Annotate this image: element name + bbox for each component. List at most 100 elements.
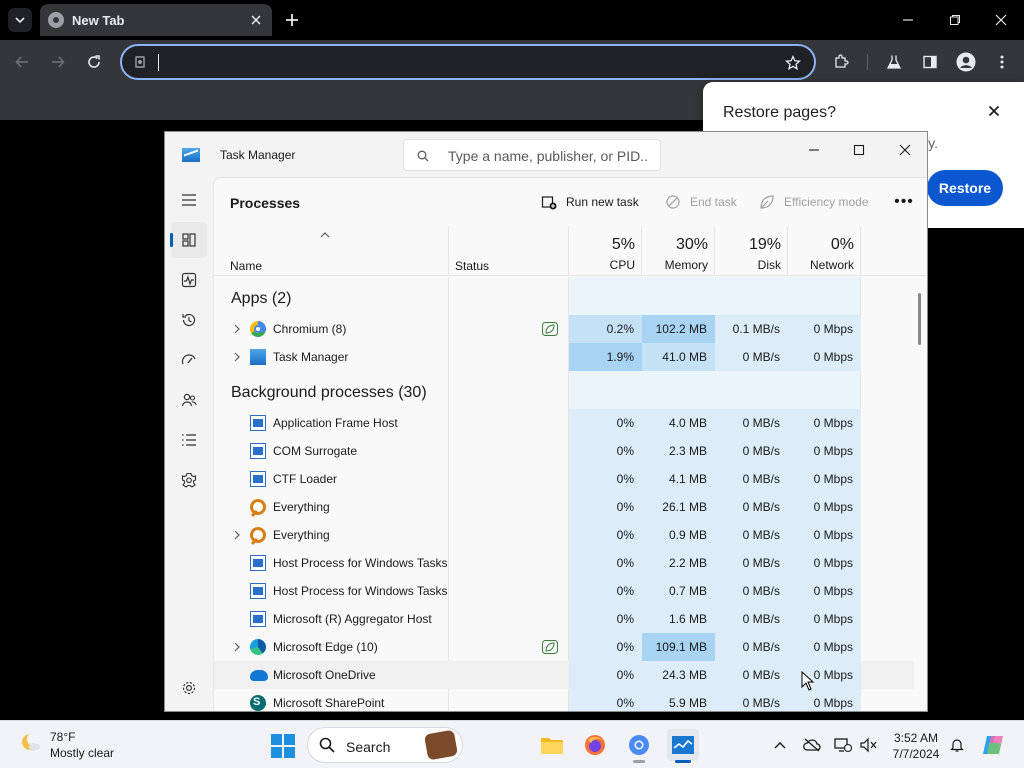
chevron-down-icon [15,17,25,24]
services-nav-icon[interactable] [171,462,207,498]
labs-flask-icon[interactable] [882,50,906,74]
column-name-header[interactable]: Name [230,259,262,273]
column-disk-header[interactable]: 19% Disk [713,236,781,272]
process-row[interactable]: Host Process for Windows Tasks 0% 2.2 MB 0 … [214,549,914,577]
process-search-box[interactable] [403,139,661,171]
run-new-task-button[interactable]: Run new task [540,192,639,212]
details-nav-icon[interactable] [171,422,207,458]
omnibox[interactable] [120,44,816,80]
restore-popup-close-button[interactable] [985,102,1003,120]
windows-start-icon[interactable] [271,734,295,758]
process-row[interactable]: Microsoft SharePoint 0% 5.9 MB 0 MB/s 0 Mbps [214,689,914,711]
notifications-bell-icon[interactable] [947,735,967,755]
process-row[interactable]: COM Surrogate 0% 2.3 MB 0 MB/s 0 Mbps [214,437,914,465]
process-row[interactable]: Microsoft (R) Aggregator Host 0% 1.6 MB 0 M… [214,605,914,633]
show-hidden-icons-chevron-icon[interactable] [770,735,790,755]
browser-minimize-button[interactable] [894,6,922,34]
tab-search-button[interactable] [8,8,32,32]
task-manager-taskbar-icon[interactable] [667,729,699,763]
copilot-icon[interactable] [980,732,1006,758]
system-clock[interactable]: 3:52 AM 7/7/2024 [888,730,944,762]
task-manager-titlebar[interactable]: Task Manager [165,132,927,176]
browser-restore-button[interactable] [941,6,969,34]
bookmark-star-icon[interactable] [784,54,802,72]
expand-chevron-icon[interactable] [232,529,242,541]
users-nav-icon[interactable] [171,382,207,418]
site-info-icon[interactable] [132,54,148,70]
disk-header-label: Disk [757,258,781,272]
column-status-header[interactable]: Status [455,259,489,273]
sharepoint-icon [250,695,266,711]
expand-chevron-icon[interactable] [232,323,242,335]
column-memory-header[interactable]: 30% Memory [640,236,708,272]
processes-nav-icon[interactable] [170,222,207,258]
process-row[interactable]: Everything 0% 0.9 MB 0 MB/s 0 Mbps [214,521,914,549]
browser-close-button[interactable] [987,6,1015,34]
hamburger-menu-icon[interactable] [171,182,207,218]
list-scrollbar[interactable] [918,293,921,345]
process-memory-value: 2.3 MB [668,444,707,458]
settings-gear-icon[interactable] [171,670,207,706]
new-tab-button[interactable] [280,8,304,32]
column-cpu-header[interactable]: 5% CPU [567,236,635,272]
process-name: Host Process for Windows Tasks [273,556,448,570]
file-explorer-icon[interactable] [536,729,568,761]
column-network-header[interactable]: 0% Network [786,236,854,272]
tab-new-tab[interactable]: New Tab [40,4,272,36]
forward-button[interactable] [44,48,72,76]
chromium-taskbar-icon[interactable] [623,729,655,763]
startup-apps-nav-icon[interactable] [171,342,207,378]
end-task-icon [664,193,682,211]
process-row[interactable]: Everything 0% 26.1 MB 0 MB/s 0 Mbps [214,493,914,521]
process-memory-value: 0.7 MB [668,584,707,598]
expand-chevron-icon[interactable] [232,641,242,653]
menu-kebab-icon[interactable] [990,50,1014,74]
onedrive-offline-icon[interactable] [802,735,822,755]
app-history-nav-icon[interactable] [171,302,207,338]
weather-description[interactable]: Mostly clear [50,746,114,760]
restore-button[interactable]: Restore [927,170,1003,206]
performance-nav-icon[interactable] [171,262,207,298]
extensions-icon[interactable] [829,50,853,74]
reload-button[interactable] [80,48,108,76]
process-name: Microsoft (R) Aggregator Host [273,612,432,626]
taskbar-search-box[interactable]: Search [307,727,463,763]
everything-icon [250,527,266,543]
process-memory-value: 26.1 MB [662,500,707,514]
task-manager-logo-icon [182,148,200,162]
process-name: Microsoft SharePoint [273,696,385,710]
firefox-icon[interactable] [579,729,611,761]
process-network-value: 0 Mbps [813,350,853,364]
process-row[interactable]: Host Process for Windows Tasks 0% 0.7 MB 0 … [214,577,914,605]
process-row[interactable]: Task Manager 1.9% 41.0 MB 0 MB/s 0 Mbps [214,343,914,371]
efficiency-mode-button[interactable]: Efficiency mode [758,192,869,212]
close-icon [251,15,261,25]
weather-moon-icon[interactable] [18,730,42,754]
end-task-button[interactable]: End task [664,192,737,212]
process-row[interactable]: Microsoft Edge (10) 0% 109.1 MB 0 MB/s 0 Mbp… [214,633,914,661]
address-input[interactable] [156,52,776,72]
more-options-icon[interactable]: ••• [892,192,916,212]
side-panel-icon[interactable] [918,50,942,74]
network-icon[interactable] [833,735,853,755]
back-button[interactable] [8,48,36,76]
network-header-label: Network [809,258,854,272]
column-headers: Name Status 5% CPU 30% Memory 19% Disk 0… [214,226,927,276]
process-row[interactable]: CTF Loader 0% 4.1 MB 0 MB/s 0 Mbps [214,465,914,493]
volume-muted-icon[interactable] [858,735,878,755]
expand-chevron-icon[interactable] [232,351,242,363]
taskbar-search-label: Search [346,739,391,755]
weather-temperature[interactable]: 78°F [50,730,75,744]
tm-maximize-button[interactable] [844,136,874,164]
process-list: Apps (2) Background processes (30) Chrom… [214,277,914,711]
chromium-icon [250,321,266,337]
process-row[interactable]: Application Frame Host 0% 4.0 MB 0 MB/s 0 Mb… [214,409,914,437]
tm-minimize-button[interactable] [799,136,829,164]
process-memory-value: 24.3 MB [662,668,707,682]
onedrive-icon [250,670,268,681]
tab-close-button[interactable] [248,12,264,28]
process-search-input[interactable] [448,147,648,165]
process-row[interactable]: Chromium (8) 0.2% 102.2 MB 0.1 MB/s 0 Mbps [214,315,914,343]
profile-icon[interactable] [954,50,978,74]
tm-close-button[interactable] [890,136,920,164]
